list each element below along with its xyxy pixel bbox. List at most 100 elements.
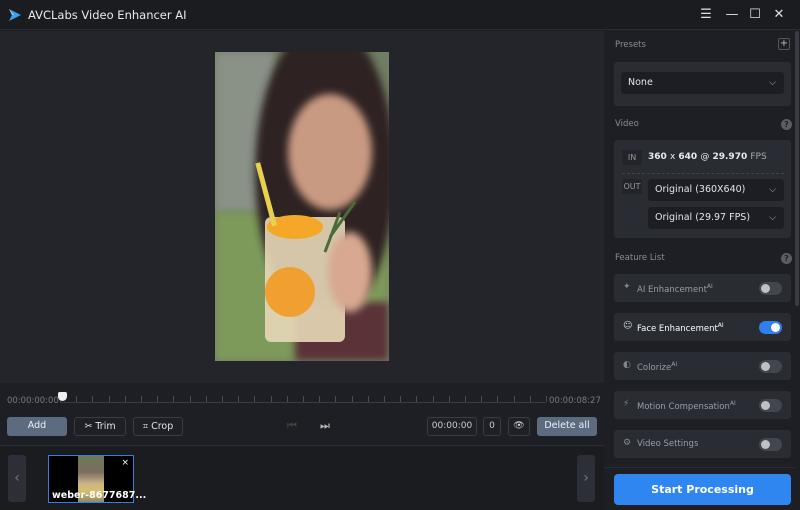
timeline-tick bbox=[108, 396, 110, 402]
next-frame-icon[interactable]: ⏭ bbox=[320, 419, 330, 433]
timeline-tick bbox=[124, 396, 126, 402]
close-button[interactable]: ✕ bbox=[770, 6, 788, 24]
output-resolution-select[interactable]: Original (360X640) ⌵ bbox=[648, 179, 784, 201]
in-label: IN bbox=[622, 150, 642, 165]
timeline-tick bbox=[76, 396, 78, 402]
timeline-tick bbox=[303, 396, 304, 402]
timeline-tick bbox=[205, 396, 207, 402]
feature-label: AI EnhancementAI bbox=[637, 283, 713, 295]
feature-label: ColorizeAI bbox=[637, 361, 678, 373]
running-icon: ⚡ bbox=[623, 399, 630, 409]
timeline-tick bbox=[189, 396, 191, 402]
timeline-tick bbox=[319, 396, 321, 402]
face-enhancement-toggle[interactable] bbox=[759, 321, 782, 334]
video-settings-toggle[interactable] bbox=[759, 438, 782, 451]
timeline-tick bbox=[141, 396, 142, 402]
palette-icon: ◐ bbox=[623, 360, 631, 370]
chevron-down-icon: ⌵ bbox=[769, 78, 776, 88]
preset-select[interactable]: None ⌵ bbox=[621, 72, 784, 94]
timeline-tick bbox=[513, 396, 515, 402]
app-logo-icon bbox=[9, 9, 21, 21]
timeline-start-time: 00:00:00:00 bbox=[7, 396, 59, 406]
motion-compensation-toggle[interactable] bbox=[759, 399, 782, 412]
preset-value: None bbox=[628, 77, 653, 88]
feature-label: Motion CompensationAI bbox=[637, 400, 736, 412]
timeline-tick bbox=[367, 396, 369, 402]
timeline-tick bbox=[432, 396, 434, 402]
timeline-tick bbox=[173, 396, 175, 402]
crop-icon: ⌗ bbox=[142, 421, 152, 432]
strip-prev-button[interactable]: ‹ bbox=[8, 455, 26, 502]
feature-motion-compensation[interactable]: ⚡ Motion CompensationAI bbox=[614, 391, 791, 419]
remove-thumbnail-icon[interactable]: × bbox=[121, 458, 129, 468]
add-preset-icon[interactable]: + bbox=[778, 38, 790, 50]
timeline-track[interactable] bbox=[60, 396, 547, 403]
frame-field[interactable]: 0 bbox=[483, 417, 501, 436]
thumbnail-filename: weber-8677687... bbox=[52, 490, 147, 501]
time-field[interactable]: 00:00:00 bbox=[427, 417, 477, 436]
trim-label: Trim bbox=[95, 421, 116, 432]
minimize-button[interactable]: — bbox=[723, 6, 741, 24]
output-fps-select[interactable]: Original (29.97 FPS) ⌵ bbox=[648, 207, 784, 229]
output-resolution-value: Original (360X640) bbox=[655, 184, 746, 195]
out-label: OUT bbox=[622, 179, 642, 194]
feature-label: Video Settings bbox=[637, 439, 699, 449]
timeline-tick bbox=[238, 396, 240, 402]
timeline-end-time: 00:00:08:27 bbox=[549, 396, 601, 406]
preview-area bbox=[0, 31, 604, 383]
add-button[interactable]: Add bbox=[7, 417, 67, 436]
timeline-tick bbox=[157, 396, 159, 402]
colorize-toggle[interactable] bbox=[759, 360, 782, 373]
menu-icon[interactable]: ☰ bbox=[697, 6, 715, 24]
video-thumbnail[interactable]: × weber-8677687... bbox=[48, 455, 146, 503]
crop-label: Crop bbox=[151, 421, 174, 432]
sidebar-scrollbar[interactable] bbox=[795, 31, 799, 306]
feature-video-settings[interactable]: ⚙ Video Settings bbox=[614, 430, 791, 458]
feature-face-enhancement[interactable]: ☺ Face EnhancementAI bbox=[614, 313, 791, 341]
presets-panel: None ⌵ bbox=[614, 62, 791, 106]
timeline-tick bbox=[92, 396, 94, 402]
settings-sidebar: Presets + None ⌵ Video ? IN 360 x 640 @ 2… bbox=[605, 31, 800, 510]
gear-icon: ⚙ bbox=[623, 438, 632, 448]
timeline-tick bbox=[497, 396, 499, 402]
maximize-button[interactable]: ☐ bbox=[746, 6, 764, 24]
crop-button[interactable]: ⌗ Crop bbox=[133, 417, 183, 436]
scissors-icon: ✂ bbox=[84, 421, 96, 432]
timeline-tick bbox=[254, 396, 256, 402]
timeline-tick bbox=[465, 396, 466, 402]
timeline-tick bbox=[400, 396, 402, 402]
chevron-down-icon: ⌵ bbox=[769, 185, 776, 195]
feature-list-label: Feature List bbox=[615, 253, 665, 263]
trim-button[interactable]: ✂ Trim bbox=[74, 417, 126, 436]
feature-ai-enhancement[interactable]: ✦ AI EnhancementAI bbox=[614, 274, 791, 302]
chevron-down-icon: ⌵ bbox=[769, 213, 776, 223]
edit-toolbar: Add ✂ Trim ⌗ Crop ⏮ ⏭ 00:00:00 0 👁 Delet… bbox=[0, 408, 604, 446]
playhead-handle[interactable] bbox=[58, 392, 67, 401]
file-strip: ‹ × weber-8677687... › bbox=[0, 447, 604, 510]
strip-next-button[interactable]: › bbox=[577, 455, 595, 502]
timeline-tick bbox=[416, 396, 418, 402]
timeline-tick bbox=[546, 396, 547, 402]
output-fps-value: Original (29.97 FPS) bbox=[655, 212, 751, 223]
face-icon: ☺ bbox=[623, 321, 633, 331]
timeline-tick bbox=[335, 396, 337, 402]
feature-help-icon[interactable]: ? bbox=[781, 253, 792, 264]
timeline-tick bbox=[286, 396, 288, 402]
delete-all-button[interactable]: Delete all bbox=[537, 417, 597, 436]
feature-colorize[interactable]: ◐ ColorizeAI bbox=[614, 352, 791, 380]
eye-icon[interactable]: 👁 bbox=[508, 417, 530, 436]
previous-frame-icon[interactable]: ⏮ bbox=[287, 419, 297, 433]
title-bar: AVCLabs Video Enhancer AI ☰ — ☐ ✕ bbox=[0, 0, 800, 30]
timeline-tick bbox=[481, 396, 483, 402]
video-preview[interactable] bbox=[215, 52, 389, 361]
timeline-tick bbox=[529, 396, 531, 402]
divider bbox=[605, 467, 795, 468]
video-panel: IN 360 x 640 @ 29.970 FPS OUT Original (… bbox=[614, 140, 791, 238]
ai-enhancement-toggle[interactable] bbox=[759, 282, 782, 295]
sparkle-icon: ✦ bbox=[623, 282, 631, 292]
video-help-icon[interactable]: ? bbox=[781, 119, 792, 130]
video-label: Video bbox=[615, 119, 639, 129]
start-processing-button[interactable]: Start Processing bbox=[614, 474, 791, 505]
timeline-tick bbox=[384, 396, 385, 402]
timeline[interactable]: 00:00:00:00 00:00:08:27 bbox=[0, 383, 604, 408]
